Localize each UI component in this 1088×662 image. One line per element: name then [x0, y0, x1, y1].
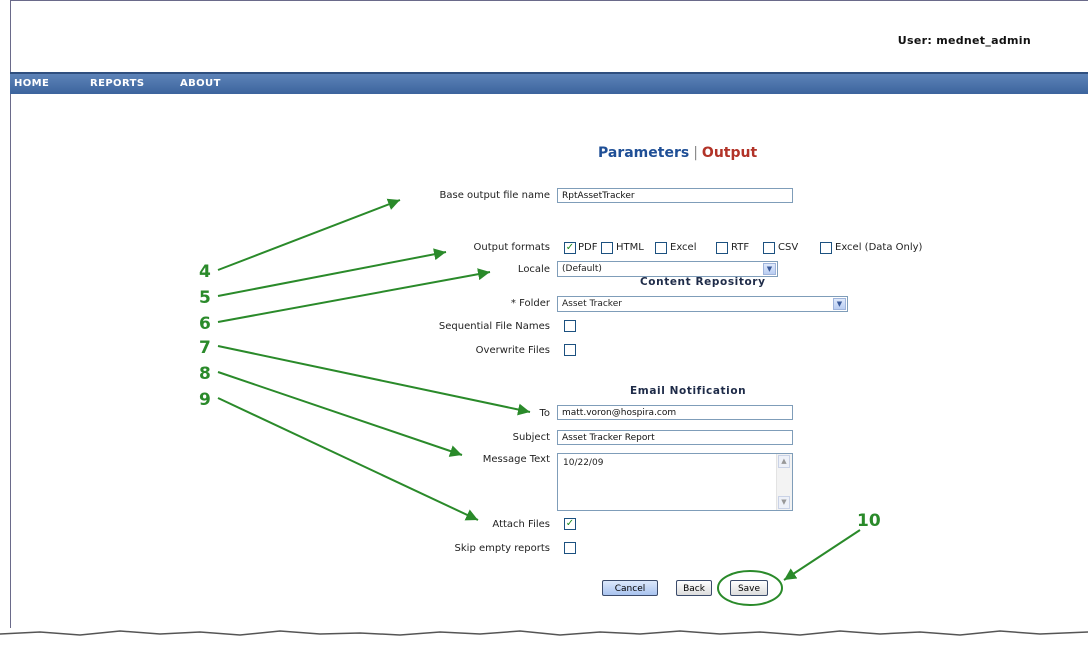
- overwrite-checkbox[interactable]: [564, 344, 576, 356]
- header-bar: User: mednet_admin: [10, 0, 1088, 73]
- output-formats-label: Output formats: [473, 242, 551, 253]
- nav-about[interactable]: ABOUT: [180, 78, 221, 89]
- locale-label: Locale: [517, 264, 550, 275]
- locale-select[interactable]: (Default) ▼: [557, 261, 778, 277]
- message-label: Message Text: [482, 454, 550, 465]
- to-input[interactable]: matt.voron@hospira.com: [557, 405, 793, 420]
- message-value: 10/22/09: [563, 458, 604, 468]
- format-html-checkbox[interactable]: [601, 242, 613, 254]
- skip-empty-checkbox[interactable]: [564, 542, 576, 554]
- base-output-label: Base output file name: [439, 190, 550, 201]
- nav-bar: HOME REPORTS ABOUT: [10, 72, 1088, 94]
- folder-label: * Folder: [510, 298, 550, 309]
- email-notification-heading: Email Notification: [630, 385, 747, 397]
- overwrite-label: Overwrite Files: [475, 345, 550, 356]
- user-label: User: mednet_admin: [897, 34, 1031, 47]
- torn-page-edge: [0, 628, 1088, 658]
- message-scrollbar[interactable]: ▲ ▼: [776, 454, 792, 510]
- base-output-input[interactable]: RptAssetTracker: [557, 188, 793, 203]
- nav-reports[interactable]: REPORTS: [90, 78, 144, 89]
- locale-value: (Default): [562, 264, 602, 274]
- sequential-checkbox[interactable]: [564, 320, 576, 332]
- format-excel-checkbox[interactable]: [655, 242, 667, 254]
- format-excel-data-checkbox[interactable]: [820, 242, 832, 254]
- tab-separator: |: [693, 145, 698, 161]
- cancel-button[interactable]: Cancel: [602, 580, 658, 596]
- scroll-up-icon[interactable]: ▲: [778, 455, 790, 468]
- back-button[interactable]: Back: [676, 580, 712, 596]
- save-button[interactable]: Save: [730, 580, 768, 596]
- format-excel-data-label: Excel (Data Only): [835, 242, 923, 253]
- format-excel-label: Excel: [670, 242, 697, 253]
- tab-parameters[interactable]: Parameters: [598, 145, 689, 161]
- format-csv-checkbox[interactable]: [763, 242, 775, 254]
- torn-edge-graphic: [0, 630, 1088, 636]
- nav-home[interactable]: HOME: [14, 78, 49, 89]
- attach-label: Attach Files: [492, 519, 550, 530]
- format-csv-label: CSV: [778, 242, 799, 253]
- format-pdf-label: PDF: [578, 242, 598, 253]
- chevron-down-icon[interactable]: ▼: [833, 298, 846, 310]
- folder-select[interactable]: Asset Tracker ▼: [557, 296, 848, 312]
- skip-empty-label: Skip empty reports: [454, 543, 550, 554]
- subject-label: Subject: [512, 432, 550, 443]
- format-rtf-label: RTF: [731, 242, 750, 253]
- message-textarea[interactable]: 10/22/09 ▲ ▼: [557, 453, 793, 511]
- attach-checkbox[interactable]: ✓: [564, 518, 576, 530]
- sequential-label: Sequential File Names: [438, 321, 550, 332]
- to-label: To: [539, 408, 550, 419]
- format-html-label: HTML: [616, 242, 644, 253]
- tab-strip: Parameters | Output: [598, 145, 757, 161]
- subject-input[interactable]: Asset Tracker Report: [557, 430, 793, 445]
- chevron-down-icon[interactable]: ▼: [763, 263, 776, 275]
- folder-value: Asset Tracker: [562, 299, 622, 309]
- tab-output[interactable]: Output: [702, 145, 757, 161]
- format-rtf-checkbox[interactable]: [716, 242, 728, 254]
- scroll-down-icon[interactable]: ▼: [778, 496, 790, 509]
- format-pdf-checkbox[interactable]: ✓: [564, 242, 576, 254]
- content-repository-heading: Content Repository: [640, 276, 766, 288]
